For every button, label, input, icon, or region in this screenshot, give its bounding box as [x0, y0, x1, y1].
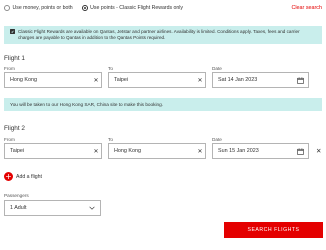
passengers-select[interactable]: 1 Adult	[4, 200, 101, 216]
flight-2-to-value: Hong Kong	[114, 148, 141, 154]
flight-1-date-field[interactable]: Sat 14 Jan 2023	[212, 72, 309, 88]
flight-1-title: Flight 1	[4, 55, 25, 62]
remove-flight-2-icon[interactable]: ✕	[316, 147, 321, 155]
radio-label-points: Use points - Classic Flight Rewards only	[90, 5, 184, 11]
flight-2-from-label: From	[4, 137, 15, 142]
flight-2-from-value: Taipei	[10, 148, 25, 154]
calendar-icon	[297, 76, 304, 84]
flight-1-from-field[interactable]: Hong Kong ✕	[4, 72, 102, 88]
flight-2-to-label: To	[108, 137, 113, 142]
radio-circle-points[interactable]	[81, 5, 88, 11]
radio-circle-money[interactable]	[4, 5, 10, 11]
clear-icon[interactable]: ✕	[195, 148, 205, 155]
passengers-value: 1 Adult	[10, 205, 27, 211]
flight-1-to-label: To	[108, 66, 113, 71]
flight-2-date-field[interactable]: Sun 15 Jan 2023	[212, 143, 309, 159]
flight-1-from-value: Hong Kong	[10, 77, 37, 83]
add-flight-label: Add a flight	[16, 173, 42, 180]
flight-1-to-field[interactable]: Taipei ✕	[108, 72, 206, 88]
flight-2-date-value: Sun 15 Jan 2023	[218, 148, 259, 154]
flight-2-to-field[interactable]: Hong Kong ✕	[108, 143, 206, 159]
classic-rewards-notice: Classic Flight Rewards are available on …	[4, 26, 322, 44]
plane-icon	[10, 29, 15, 35]
chevron-down-icon	[89, 206, 95, 210]
radio-use-points[interactable]: Use points - Classic Flight Rewards only	[81, 5, 184, 11]
search-flights-button[interactable]: SEARCH FLIGHTS	[224, 222, 323, 238]
classic-rewards-text: Classic Flight Rewards are available on …	[18, 29, 300, 41]
flight-1-from-label: From	[4, 66, 15, 71]
flight-1-date-value: Sat 14 Jan 2023	[218, 77, 258, 83]
flight-2-title: Flight 2	[4, 125, 25, 132]
flight-1-to-value: Taipei	[114, 77, 129, 83]
calendar-icon	[297, 147, 304, 155]
add-flight-button[interactable]: + Add a flight	[4, 172, 42, 181]
passengers-label: Passengers	[4, 193, 29, 198]
clear-icon[interactable]: ✕	[91, 148, 101, 155]
flight-2-date-label: Date	[212, 137, 222, 142]
clear-icon[interactable]: ✕	[91, 77, 101, 84]
fare-type-options: Use money, points or both Use points - C…	[4, 3, 322, 13]
flight-1-date-label: Date	[212, 66, 222, 71]
plus-icon: +	[4, 172, 13, 181]
clear-search-link[interactable]: Clear search	[291, 5, 322, 11]
radio-label-money: Use money, points or both	[12, 5, 73, 11]
flight-2-from-field[interactable]: Taipei ✕	[4, 143, 102, 159]
region-redirect-notice: You will be taken to our Hong Kong SAR, …	[4, 98, 322, 111]
radio-use-money[interactable]: Use money, points or both	[4, 5, 73, 11]
clear-icon[interactable]: ✕	[195, 77, 205, 84]
